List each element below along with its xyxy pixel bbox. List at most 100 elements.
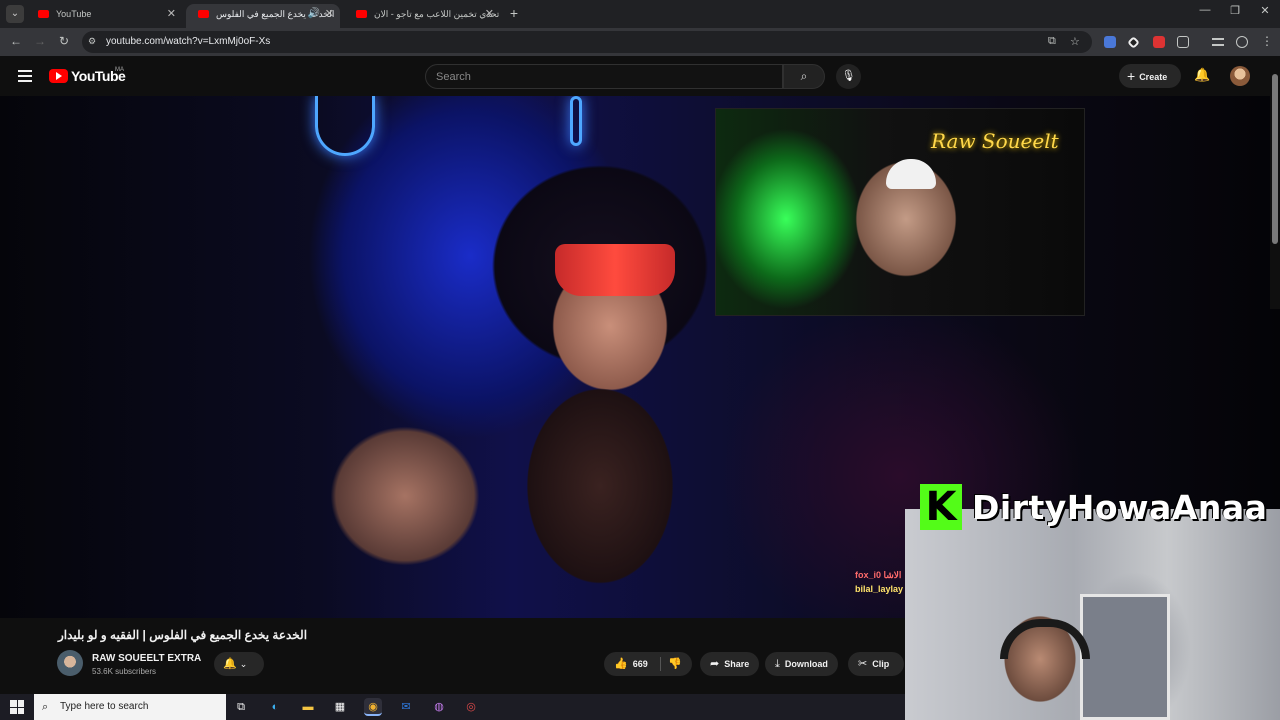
url-text: youtube.com/watch?v=LxmMj0oF-Xs <box>106 36 271 47</box>
kick-logo-icon: K <box>920 484 962 530</box>
tab-title: YouTube <box>56 9 92 19</box>
youtube-logo[interactable]: YouTube MA <box>49 67 126 84</box>
thumbs-up-icon: 👍 <box>614 658 628 670</box>
scrollbar-thumb[interactable] <box>1272 74 1278 244</box>
profile-icon[interactable] <box>1236 36 1248 48</box>
extension-icon[interactable] <box>1127 36 1140 49</box>
account-avatar[interactable] <box>1230 66 1250 86</box>
share-icon: ➦ <box>710 658 720 670</box>
speaker-icon[interactable]: 🔊 <box>308 4 320 24</box>
scissors-icon: ✂ <box>858 658 868 670</box>
clip-label: Clip <box>872 659 890 669</box>
bookmark-star-icon[interactable]: ☆ <box>1070 35 1080 48</box>
channel-name[interactable]: RAW SOUEELT EXTRA <box>92 653 201 664</box>
file-explorer-icon[interactable]: ▬ <box>299 698 317 716</box>
reload-icon[interactable]: ↻ <box>56 34 72 48</box>
install-app-icon[interactable]: ⧉ <box>1048 35 1056 48</box>
chat-name: bilal_laylay <box>855 584 904 594</box>
country-code: MA <box>115 67 124 73</box>
plus-icon: + <box>1127 68 1136 84</box>
site-info-icon[interactable]: ⚙ <box>88 36 96 47</box>
headset <box>1000 619 1090 659</box>
search-icon[interactable]: ⌕ <box>783 64 825 89</box>
kick-streamer-banner: K DirtyHowaAnaa <box>920 482 1267 532</box>
translate-extension-icon[interactable] <box>1104 36 1116 48</box>
youtube-favicon-icon <box>356 10 367 18</box>
close-icon[interactable]: ✕ <box>485 4 494 24</box>
channel-avatar[interactable] <box>57 650 83 676</box>
tab-other-video[interactable]: تحدي تخمين اللاعب مع تاجو - الان ✕ <box>344 4 500 28</box>
edge-icon[interactable]: ◐ <box>266 698 284 716</box>
dislike-button[interactable]: 👎 <box>668 652 687 676</box>
reading-list-icon[interactable] <box>1212 38 1224 46</box>
extension-red-icon[interactable] <box>1153 36 1165 48</box>
hand <box>330 426 480 566</box>
neon-light <box>570 96 582 146</box>
taskbar-search-input[interactable]: ⌕ Type here to search <box>34 694 226 720</box>
minimize-icon[interactable]: — <box>1190 4 1220 16</box>
close-icon[interactable]: ✕ <box>167 4 176 24</box>
create-button[interactable]: + Create <box>1119 64 1181 88</box>
chat-name: fox_i0 الاشا <box>855 570 902 580</box>
windows-start-icon[interactable] <box>10 700 24 714</box>
share-button[interactable]: ➦ Share <box>700 652 760 676</box>
chat-overlay: fox_i0 الاشا bilal_laylay <box>855 570 903 594</box>
new-tab-plus-icon[interactable]: + <box>506 4 522 22</box>
share-label: Share <box>724 659 750 669</box>
clip-button[interactable]: ✂ Clip <box>848 652 904 676</box>
microphone-icon[interactable]: 🎙 <box>836 64 861 89</box>
divider <box>660 657 661 671</box>
task-view-icon[interactable]: ⧉ <box>232 698 250 716</box>
windows-taskbar: ⌕ Type here to search ⧉ ◐ ▬ ▦ ◉ ✉ ◍ ◎ <box>0 694 905 720</box>
store-icon[interactable]: ▦ <box>331 698 349 716</box>
tab-title: تحدي تخمين اللاعب مع تاجو - الان <box>374 9 500 19</box>
download-label: Download <box>784 659 828 669</box>
menu-hamburger-icon[interactable] <box>18 70 32 82</box>
white-cap <box>886 159 936 189</box>
like-button[interactable]: 👍 669 <box>614 658 648 670</box>
chrome-menu-icon[interactable]: ⋮ <box>1259 34 1275 48</box>
extensions-puzzle-icon[interactable] <box>1177 36 1189 48</box>
webcam-overlay <box>905 509 1280 720</box>
search-icon: ⌕ <box>42 701 49 713</box>
streamer-inset-video: Raw Soueelt <box>715 108 1085 316</box>
thumbs-down-icon: 👎 <box>668 658 682 670</box>
messenger-icon[interactable]: ◍ <box>430 698 448 716</box>
restore-icon[interactable]: ❐ <box>1220 4 1250 17</box>
subscription-bell-button[interactable]: 🔔 ⌄ <box>214 652 264 676</box>
tab-search-icon[interactable]: ⌄ <box>6 5 24 23</box>
forward-arrow-icon[interactable]: → <box>32 34 48 48</box>
download-button[interactable]: ⤓ Download <box>765 652 838 676</box>
notifications-bell-icon[interactable]: 🔔 <box>1194 67 1210 83</box>
close-icon[interactable]: ✕ <box>325 4 334 24</box>
tab-current-video[interactable]: الخدعة يخدع الجميع في الفلوس 🔊 ✕ <box>186 4 340 28</box>
download-icon: ⤓ <box>775 658 780 670</box>
tab-youtube[interactable]: YouTube ✕ <box>26 4 182 28</box>
red-sunglasses <box>555 244 675 296</box>
youtube-play-icon <box>49 69 68 83</box>
search-input[interactable]: Search <box>425 64 783 89</box>
like-dislike-group: 👍 669 👎 <box>604 652 692 676</box>
chrome-icon[interactable]: ◉ <box>364 698 382 716</box>
neon-sign-text: Raw Soueelt <box>931 129 1059 153</box>
browser-toolbar: ← → ↻ ⚙ youtube.com/watch?v=LxmMj0oF-Xs … <box>0 28 1280 56</box>
address-bar[interactable]: ⚙ youtube.com/watch?v=LxmMj0oF-Xs ⧉ ☆ <box>82 31 1092 53</box>
chevron-down-icon: ⌄ <box>239 659 248 669</box>
app-icon[interactable]: ◎ <box>462 698 480 716</box>
window-close-icon[interactable]: ✕ <box>1250 4 1280 17</box>
youtube-header: YouTube MA Search ⌕ 🎙 + Create 🔔 <box>0 56 1280 96</box>
create-label: Create <box>1139 72 1168 82</box>
taskbar-search-placeholder: Type here to search <box>60 701 149 712</box>
neon-light <box>315 96 375 156</box>
youtube-favicon-icon <box>38 10 49 18</box>
like-count: 669 <box>632 659 648 669</box>
browser-tab-strip: ⌄ YouTube ✕ الخدعة يخدع الجميع في الفلوس… <box>0 0 1280 28</box>
video-title: الخدعة يخدع الجميع في الفلوس | الفقيه و … <box>58 628 308 642</box>
back-arrow-icon[interactable]: ← <box>8 34 24 48</box>
youtube-favicon-icon <box>198 10 209 18</box>
streamer-name: DirtyHowaAnaa <box>972 487 1268 527</box>
page-scrollbar[interactable] <box>1270 64 1280 309</box>
shelf <box>1080 594 1170 720</box>
subscriber-count: 53.6K subscribers <box>92 667 157 676</box>
outlook-icon[interactable]: ✉ <box>397 698 415 716</box>
